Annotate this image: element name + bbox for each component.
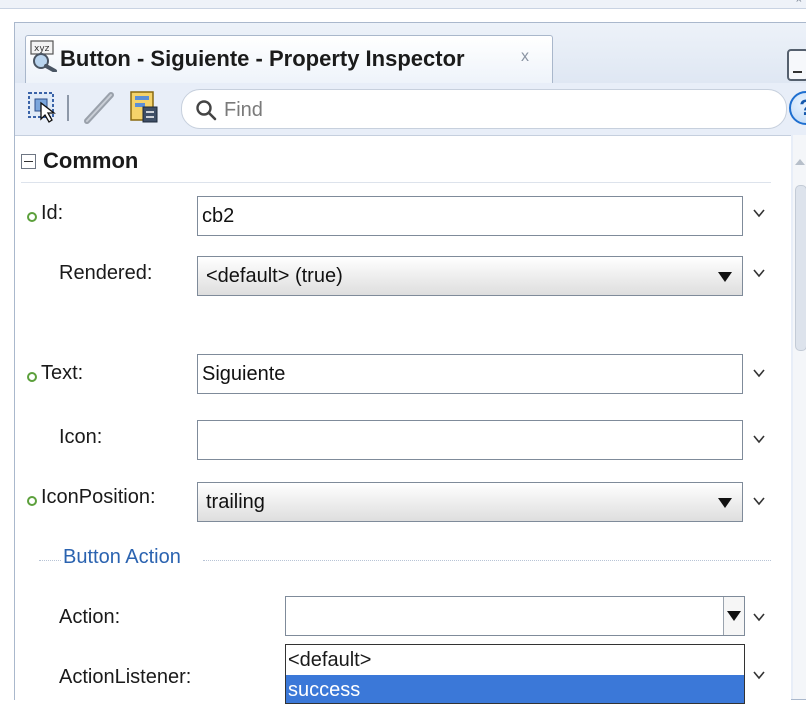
properties-content: Common Id: cb2 Rendered: <default> (true… <box>15 135 791 704</box>
text-field[interactable]: Siguiente <box>197 354 743 394</box>
icon-position-label: IconPosition: <box>41 486 156 508</box>
section-divider <box>21 182 771 183</box>
dropdown-option-success[interactable]: success <box>286 675 744 703</box>
id-label: Id: <box>41 202 64 224</box>
scroll-up-icon[interactable] <box>795 159 805 165</box>
icon-position-value: trailing <box>206 491 265 513</box>
binding-icon[interactable] <box>127 89 163 125</box>
vertical-scrollbar[interactable] <box>793 135 806 699</box>
help-icon[interactable]: ? <box>789 91 806 125</box>
chevron-down-icon[interactable] <box>753 432 765 444</box>
chevron-down-icon[interactable] <box>753 266 765 278</box>
chevron-down-icon[interactable] <box>753 668 765 680</box>
rendered-label: Rendered: <box>59 262 153 284</box>
pencil-icon[interactable] <box>81 89 117 125</box>
property-set-indicator-icon <box>27 372 37 382</box>
property-set-indicator-icon <box>27 496 37 506</box>
text-label: Text: <box>41 362 84 384</box>
property-inspector-icon: xyz <box>30 40 60 73</box>
property-set-indicator-icon <box>27 212 37 222</box>
dropdown-option-default[interactable]: <default> <box>286 645 744 675</box>
section-title: Common <box>43 148 139 173</box>
chevron-down-icon[interactable] <box>753 610 765 622</box>
rendered-select[interactable]: <default> (true) <box>197 256 743 296</box>
close-icon: × <box>795 0 802 6</box>
group-divider <box>203 560 771 561</box>
toolbar: ? <box>15 83 806 133</box>
icon-label: Icon: <box>59 426 103 448</box>
tab-close-button[interactable]: x <box>516 46 534 68</box>
dropdown-arrow-icon <box>718 498 732 508</box>
action-listener-label: ActionListener: <box>59 666 192 688</box>
chevron-down-icon[interactable] <box>753 366 765 378</box>
icon-position-select[interactable]: trailing <box>197 482 743 522</box>
search-box[interactable] <box>181 89 787 129</box>
id-field[interactable]: cb2 <box>197 196 743 236</box>
search-icon <box>194 98 218 122</box>
action-dropdown-list: <default> success <box>285 644 745 704</box>
tab-property-inspector[interactable]: xyz Button - Siguiente - Property Inspec… <box>25 35 553 84</box>
action-label: Action: <box>59 606 121 628</box>
minimize-button[interactable] <box>787 49 806 81</box>
chevron-down-icon[interactable] <box>753 494 765 506</box>
top-strip: × <box>0 0 806 9</box>
search-input[interactable] <box>222 94 746 126</box>
collapse-icon[interactable] <box>21 154 36 169</box>
toolbar-separator <box>67 95 69 121</box>
group-title: Button Action <box>63 546 181 568</box>
tab-bar: xyz Button - Siguiente - Property Inspec… <box>15 23 806 84</box>
property-inspector-panel: xyz Button - Siguiente - Property Inspec… <box>14 22 806 704</box>
tab-title: Button - Siguiente - Property Inspector <box>60 46 465 71</box>
chevron-down-icon[interactable] <box>753 206 765 218</box>
action-combobox[interactable] <box>285 596 745 636</box>
dropdown-arrow-icon[interactable] <box>723 597 744 635</box>
dropdown-arrow-icon <box>718 272 732 282</box>
rendered-value: <default> (true) <box>206 265 343 287</box>
svg-text:xyz: xyz <box>34 44 50 54</box>
icon-field[interactable] <box>197 420 743 460</box>
select-tool-icon[interactable] <box>25 89 61 125</box>
group-divider <box>39 560 61 561</box>
scroll-thumb[interactable] <box>795 185 806 351</box>
